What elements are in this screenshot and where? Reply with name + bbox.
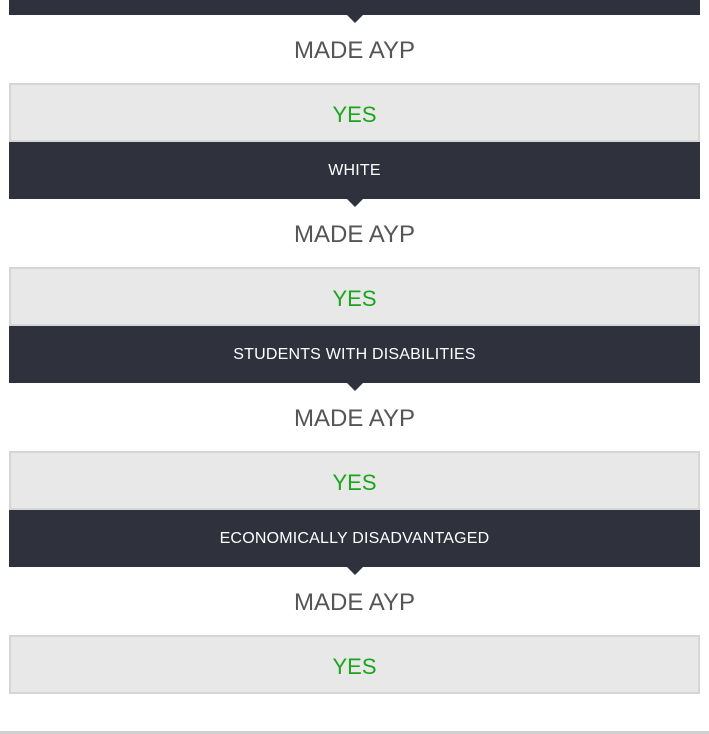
subgroup-header-students-with-disabilities: STUDENTS WITH DISABILITIES <box>9 326 700 391</box>
made-ayp-label: MADE AYP <box>294 589 415 616</box>
ayp-result-value: YES <box>9 267 700 326</box>
made-ayp-label: MADE AYP <box>294 37 415 64</box>
subgroup-header-label: ECONOMICALLY DISADVANTAGED <box>219 530 490 547</box>
subgroup-header-label: WHITE <box>328 162 381 179</box>
subgroup-header-white: WHITE <box>9 142 700 207</box>
ayp-result-value: YES <box>9 635 700 694</box>
caret-down-icon <box>345 198 364 207</box>
caret-down-icon <box>345 14 364 23</box>
caret-down-icon <box>345 566 364 575</box>
caret-down-icon <box>345 382 364 391</box>
ayp-result-value: YES <box>9 451 700 510</box>
subgroup-header-economically-disadvantaged: ECONOMICALLY DISADVANTAGED <box>9 510 700 575</box>
ayp-result-value: YES <box>9 83 700 142</box>
subgroup-header <box>9 0 700 23</box>
ayp-subgroup-list: MADE AYP YES WHITE MADE AYP YES STUDENTS… <box>0 0 709 694</box>
subgroup-header-label: STUDENTS WITH DISABILITIES <box>233 346 476 363</box>
made-ayp-label: MADE AYP <box>294 221 415 248</box>
made-ayp-label: MADE AYP <box>294 405 415 432</box>
